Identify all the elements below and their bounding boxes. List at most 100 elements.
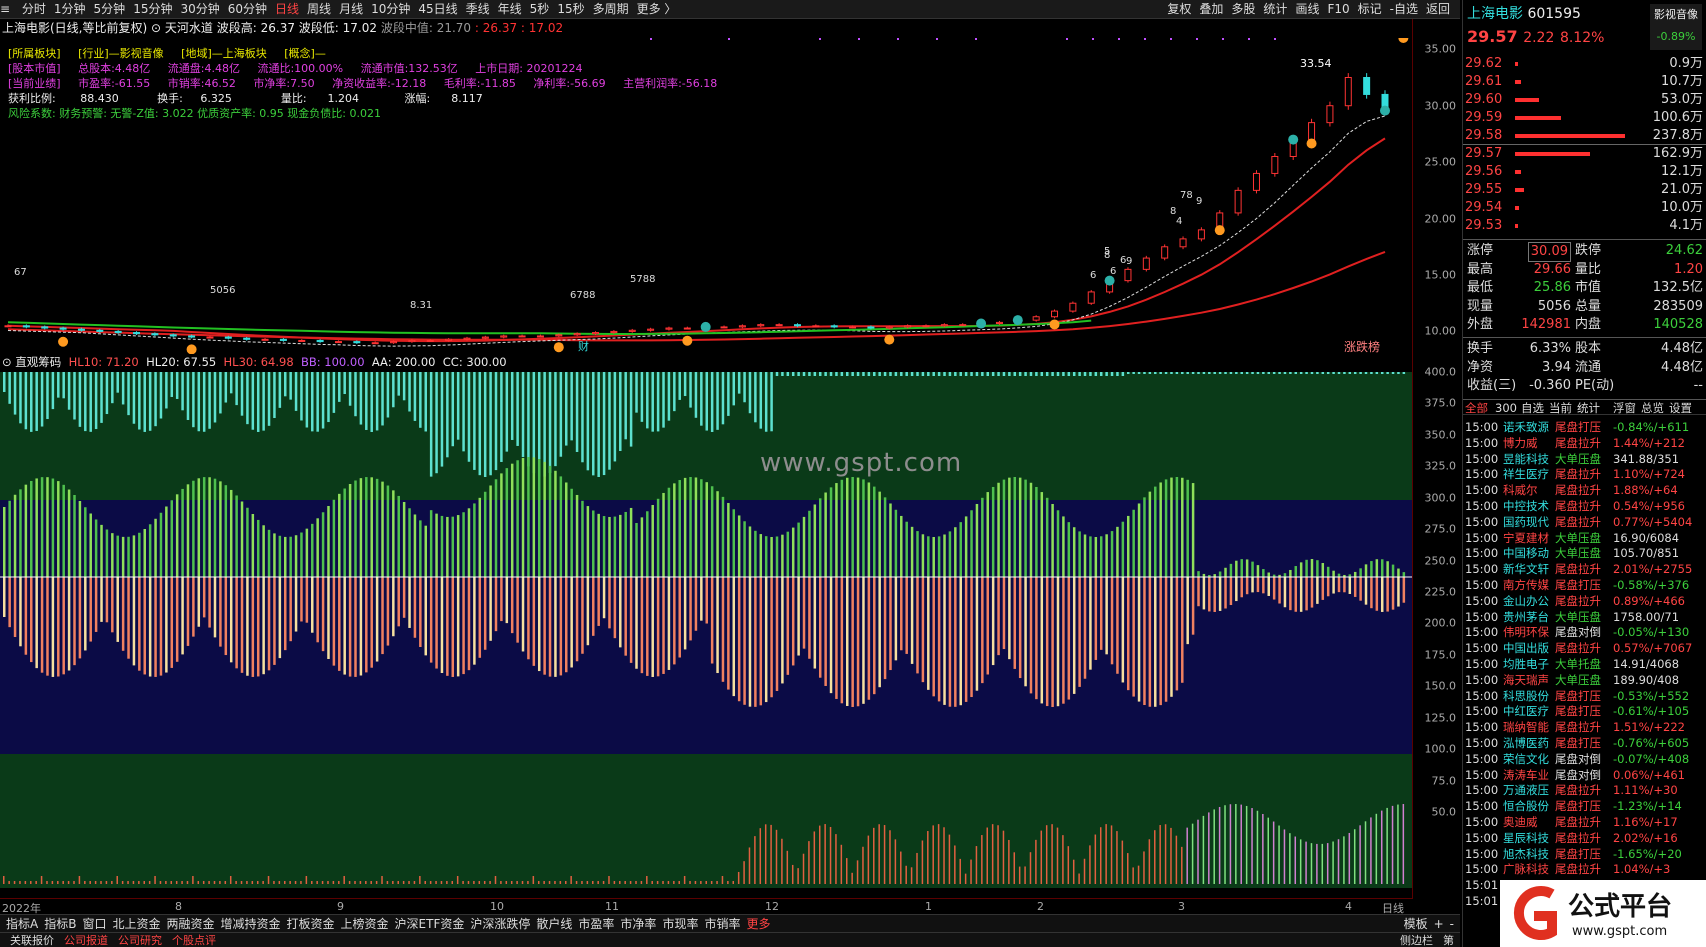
order-row[interactable]: 29.53 4.1万	[1463, 217, 1706, 235]
indicator-tab[interactable]: 指标A	[6, 917, 38, 931]
ticker-tab[interactable]: 设置	[1669, 400, 1692, 416]
period-tab[interactable]: 1分钟	[54, 0, 86, 18]
period-tab[interactable]: 周线	[307, 0, 331, 18]
indicator-tab[interactable]: 指标B	[44, 917, 76, 931]
tab-control[interactable]: +	[1434, 917, 1444, 931]
tool-button[interactable]: 返回	[1426, 0, 1450, 18]
ticker-row[interactable]: 15:00 新华文轩 尾盘拉升 2.01%/+2755	[1463, 562, 1706, 578]
period-tab[interactable]: 30分钟	[180, 0, 219, 18]
indicator-tab[interactable]: 窗口	[82, 917, 106, 931]
ticker-row[interactable]: 15:00 博力威 尾盘拉升 1.44%/+212	[1463, 436, 1706, 452]
sector-box[interactable]: 影视音像 -0.89%	[1650, 4, 1702, 50]
indicator-tab[interactable]: 打板资金	[287, 917, 335, 931]
ticker-tab[interactable]: 全部	[1465, 400, 1488, 416]
menu-icon[interactable]: ≡	[0, 0, 10, 18]
period-tab[interactable]: 5秒	[530, 0, 550, 18]
period-tab[interactable]: 分时	[22, 0, 46, 18]
ticker-row[interactable]: 15:00 宁夏建材 大单压盘 16.90/6084	[1463, 531, 1706, 547]
ticker-tab[interactable]: 300	[1495, 400, 1517, 416]
bottom-link[interactable]: 个股点评	[172, 934, 216, 947]
ticker-row[interactable]: 15:00 南方传媒 尾盘打压 -0.58%/+376	[1463, 578, 1706, 594]
indicator-tab[interactable]: 市净率	[620, 917, 656, 931]
ticker-row[interactable]: 15:00 荣信文化 尾盘对倒 -0.07%/+408	[1463, 752, 1706, 768]
period-tab[interactable]: 月线	[339, 0, 363, 18]
ticker-row[interactable]: 15:00 国药现代 尾盘拉升 0.77%/+5404	[1463, 515, 1706, 531]
order-row[interactable]: 29.61 10.7万	[1463, 73, 1706, 91]
indicator-name[interactable]: 天河水道	[165, 21, 213, 35]
ticker-row[interactable]: 15:00 涛涛车业 尾盘对倒 0.06%/+461	[1463, 768, 1706, 784]
order-row[interactable]: 29.54 10.0万	[1463, 199, 1706, 217]
indicator-tab[interactable]: 上榜资金	[341, 917, 389, 931]
ticker-row[interactable]: 15:00 旭杰科技 尾盘打压 -1.65%/+20	[1463, 847, 1706, 863]
period-tab[interactable]: 更多 〉	[637, 0, 677, 18]
ticker-row[interactable]: 15:00 中红医疗 尾盘打压 -0.61%/+105	[1463, 704, 1706, 720]
period-tab[interactable]: 10分钟	[371, 0, 410, 18]
ticker-row[interactable]: 15:00 星辰科技 尾盘拉升 2.02%/+16	[1463, 831, 1706, 847]
ticker-row[interactable]: 15:00 万通液压 尾盘拉升 1.11%/+30	[1463, 783, 1706, 799]
ticker-tab[interactable]: 总览	[1641, 400, 1664, 416]
tool-button[interactable]: 画线	[1295, 0, 1319, 18]
ticker-row[interactable]: 15:00 恒合股份 尾盘打压 -1.23%/+14	[1463, 799, 1706, 815]
ticker-row[interactable]: 15:00 中控技术 尾盘拉升 0.54%/+956	[1463, 499, 1706, 515]
bottom-link[interactable]: 公司研究	[118, 934, 162, 947]
indicator-toggle-icon[interactable]: ⊙	[2, 355, 12, 369]
ticker-tab[interactable]: 统计	[1577, 400, 1600, 416]
ticker-row[interactable]: 15:00 泓博医药 尾盘打压 -0.76%/+605	[1463, 736, 1706, 752]
bottom-link[interactable]: 关联报价	[10, 934, 54, 947]
ticker-row[interactable]: 15:00 祥生医疗 尾盘拉升 1.10%/+724	[1463, 467, 1706, 483]
indicator-tab[interactable]: 散户线	[536, 917, 572, 931]
order-row[interactable]: 29.55 21.0万	[1463, 181, 1706, 199]
tab-control[interactable]: -	[1450, 917, 1454, 931]
tab-control[interactable]: 模板	[1404, 917, 1428, 931]
order-row[interactable]: 29.62 0.9万	[1463, 55, 1706, 73]
ticker-row[interactable]: 15:00 科思股份 尾盘打压 -0.53%/+552	[1463, 689, 1706, 705]
side-link[interactable]: 第	[1443, 934, 1454, 947]
period-tab[interactable]: 季线	[466, 0, 490, 18]
order-row[interactable]: 29.58 237.8万	[1463, 127, 1706, 145]
period-tab[interactable]: 日线	[275, 0, 299, 18]
indicator-tab[interactable]: 北上资金	[112, 917, 160, 931]
indicator-tab[interactable]: 市现率	[662, 917, 698, 931]
indicator-tab[interactable]: 两融资金	[166, 917, 214, 931]
period-tab[interactable]: 多周期	[593, 0, 629, 18]
period-tab[interactable]: 5分钟	[94, 0, 126, 18]
indicator-title[interactable]: 直观筹码	[15, 355, 61, 369]
tool-button[interactable]: 统计	[1263, 0, 1287, 18]
indicator-tab[interactable]: 市销率	[704, 917, 740, 931]
ticker-row[interactable]: 15:00 金山办公 尾盘拉升 0.89%/+466	[1463, 594, 1706, 610]
ticker-row[interactable]: 15:00 广脉科技 尾盘拉升 1.04%/+3	[1463, 862, 1706, 878]
ticker-row[interactable]: 15:00 诺禾致源 尾盘打压 -0.84%/+611	[1463, 420, 1706, 436]
indicator-tab[interactable]: 沪深ETF资金	[395, 917, 465, 931]
indicator-tab[interactable]: 更多	[746, 917, 770, 931]
tool-button[interactable]: 复权	[1167, 0, 1191, 18]
ticker-tab[interactable]: 浮窗	[1613, 400, 1636, 416]
ticker-row[interactable]: 15:00 瑞纳智能 尾盘拉升 1.51%/+222	[1463, 720, 1706, 736]
tool-button[interactable]: -自选	[1390, 0, 1418, 18]
tool-button[interactable]: 多股	[1231, 0, 1255, 18]
tool-button[interactable]: 标记	[1358, 0, 1382, 18]
indicator-tab[interactable]: 市盈率	[578, 917, 614, 931]
ticker-tab[interactable]: 当前	[1549, 400, 1572, 416]
period-tab[interactable]: 15分钟	[133, 0, 172, 18]
ticker-row[interactable]: 15:00 昱能科技 大单压盘 341.88/351	[1463, 452, 1706, 468]
ticker-row[interactable]: 15:00 中国出版 尾盘拉升 0.57%/+7067	[1463, 641, 1706, 657]
order-row[interactable]: 29.60 53.0万	[1463, 91, 1706, 109]
ticker-row[interactable]: 15:00 中国移动 大单压盘 105.70/851	[1463, 546, 1706, 562]
ticker-row[interactable]: 15:00 贵州茅台 大单压盘 1758.00/71	[1463, 610, 1706, 626]
period-tab[interactable]: 45日线	[418, 0, 457, 18]
tool-button[interactable]: 叠加	[1199, 0, 1223, 18]
order-row[interactable]: 29.59 100.6万	[1463, 109, 1706, 127]
indicator-tab[interactable]: 增减持资金	[221, 917, 281, 931]
ticker-row[interactable]: 15:00 伟明环保 尾盘对倒 -0.05%/+130	[1463, 625, 1706, 641]
bottom-link[interactable]: 公司报道	[64, 934, 108, 947]
ticker-row[interactable]: 15:00 海天瑞声 大单压盘 189.90/408	[1463, 673, 1706, 689]
period-tab[interactable]: 年线	[498, 0, 522, 18]
ticker-row[interactable]: 15:00 科威尔 尾盘拉升 1.88%/+64	[1463, 483, 1706, 499]
ticker-row[interactable]: 15:00 奥迪威 尾盘拉升 1.16%/+17	[1463, 815, 1706, 831]
indicator-tab[interactable]: 沪深涨跌停	[470, 917, 530, 931]
tool-button[interactable]: F10	[1327, 0, 1349, 18]
order-row[interactable]: 29.56 12.1万	[1463, 163, 1706, 181]
order-row[interactable]: 29.57 162.9万	[1463, 145, 1706, 163]
side-link[interactable]: 侧边栏	[1400, 934, 1433, 947]
ticker-tab[interactable]: 自选	[1521, 400, 1544, 416]
